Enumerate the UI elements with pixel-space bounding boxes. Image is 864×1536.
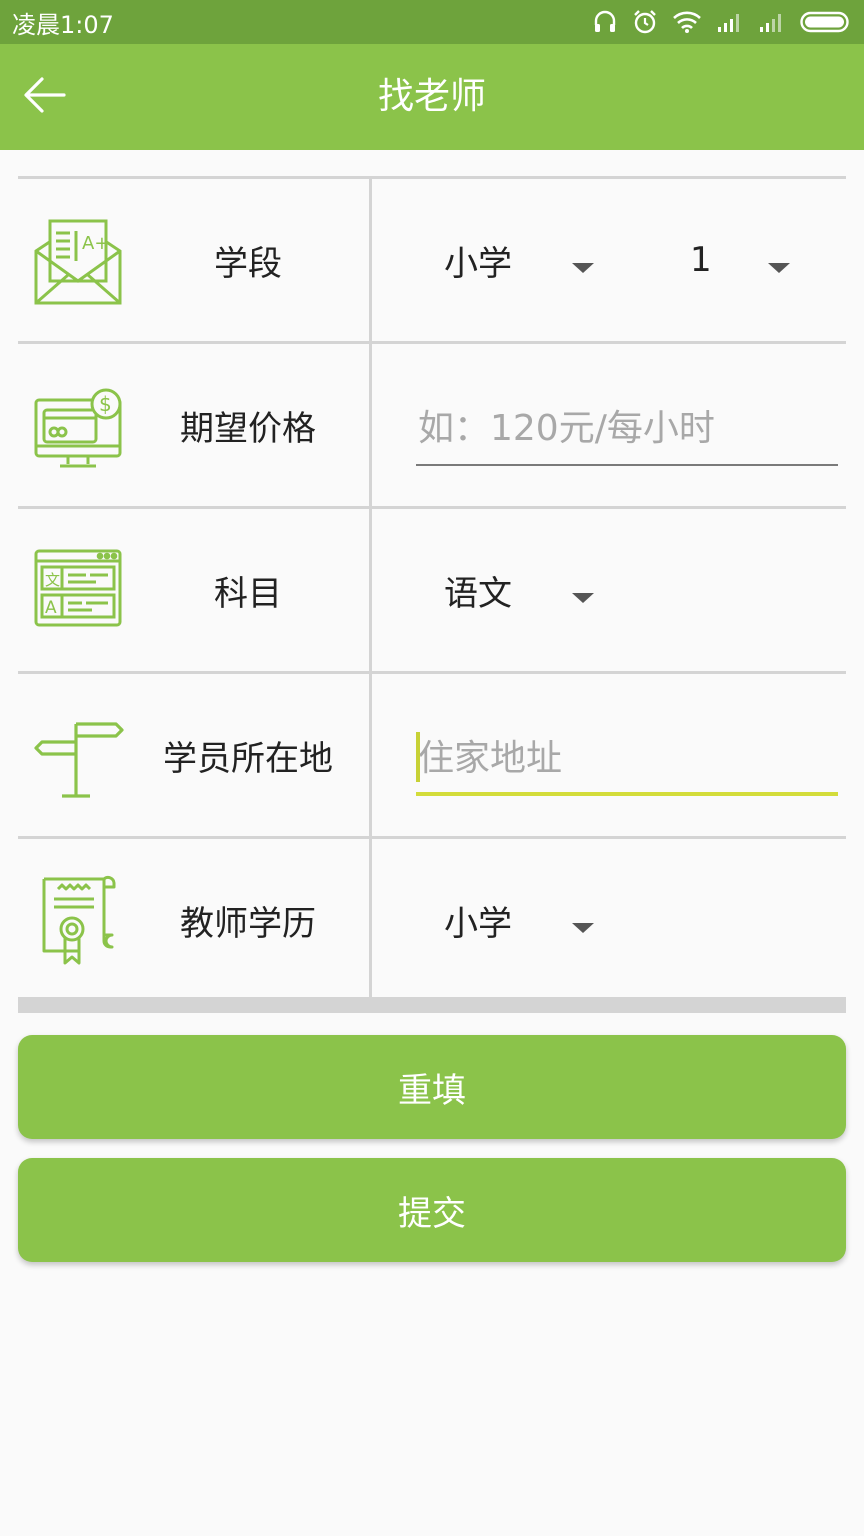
column-divider [369, 344, 372, 506]
find-teacher-form: A+ 学段 小学 1 $ 期望价格 如：120元/每小时 文 A 科目 语文 学… [18, 176, 846, 1013]
grade-row: A+ 学段 小学 1 [18, 176, 846, 341]
location-input[interactable] [416, 726, 838, 790]
certificate-icon [32, 875, 124, 967]
app-bar: 找老师 [0, 44, 864, 150]
dropdown-arrow-icon [572, 593, 594, 603]
column-divider [369, 674, 372, 836]
subject-dropdown[interactable]: 语文 [444, 509, 600, 671]
column-divider [369, 509, 372, 671]
location-row: 学员所在地 [18, 671, 846, 836]
status-icons [592, 9, 852, 35]
status-bar: 凌晨1:07 [0, 0, 864, 44]
education-value: 小学 [444, 903, 512, 944]
dropdown-arrow-icon [572, 263, 594, 273]
location-underline [416, 792, 838, 796]
wifi-icon [672, 10, 702, 34]
price-input[interactable] [416, 396, 838, 460]
column-divider [369, 839, 372, 997]
price-label: 期望价格 [180, 408, 316, 449]
signpost-icon [32, 710, 124, 802]
headset-icon [592, 9, 618, 35]
dropdown-arrow-icon [572, 923, 594, 933]
grade-year-value: 1 [690, 240, 712, 280]
grade-level-value: 小学 [444, 243, 512, 284]
grade-level-dropdown[interactable]: 小学 [444, 179, 600, 341]
grade-label: 学段 [214, 243, 282, 284]
subject-row: 文 A 科目 语文 [18, 506, 846, 671]
signal-icon [716, 11, 744, 33]
subject-label: 科目 [214, 573, 282, 614]
alarm-icon [632, 9, 658, 35]
status-time: 凌晨1:07 [12, 10, 114, 39]
text-cursor [416, 732, 420, 782]
translate-window-icon: 文 A [32, 545, 124, 637]
svg-text:A+: A+ [82, 233, 109, 254]
reset-button[interactable]: 重填 [18, 1035, 846, 1139]
grade-year-dropdown[interactable]: 1 [690, 179, 800, 341]
svg-text:A: A [45, 598, 57, 618]
price-field [416, 344, 838, 506]
payment-monitor-icon: $ [32, 380, 124, 472]
dropdown-arrow-icon [768, 263, 790, 273]
price-row: $ 期望价格 [18, 341, 846, 506]
education-label: 教师学历 [180, 903, 316, 944]
signal-icon-2 [758, 11, 786, 33]
column-divider [369, 179, 372, 341]
battery-icon [800, 10, 852, 34]
svg-text:文: 文 [45, 571, 60, 589]
subject-value: 语文 [444, 573, 512, 614]
svg-text:$: $ [99, 392, 112, 416]
location-field [416, 674, 838, 836]
price-underline [416, 464, 838, 466]
education-dropdown[interactable]: 小学 [444, 839, 600, 1001]
location-label: 学员所在地 [163, 738, 333, 779]
page-title: 找老师 [377, 76, 486, 117]
submit-button[interactable]: 提交 [18, 1158, 846, 1262]
report-card-icon: A+ [32, 215, 124, 307]
education-row: 教师学历 小学 [18, 836, 846, 1013]
